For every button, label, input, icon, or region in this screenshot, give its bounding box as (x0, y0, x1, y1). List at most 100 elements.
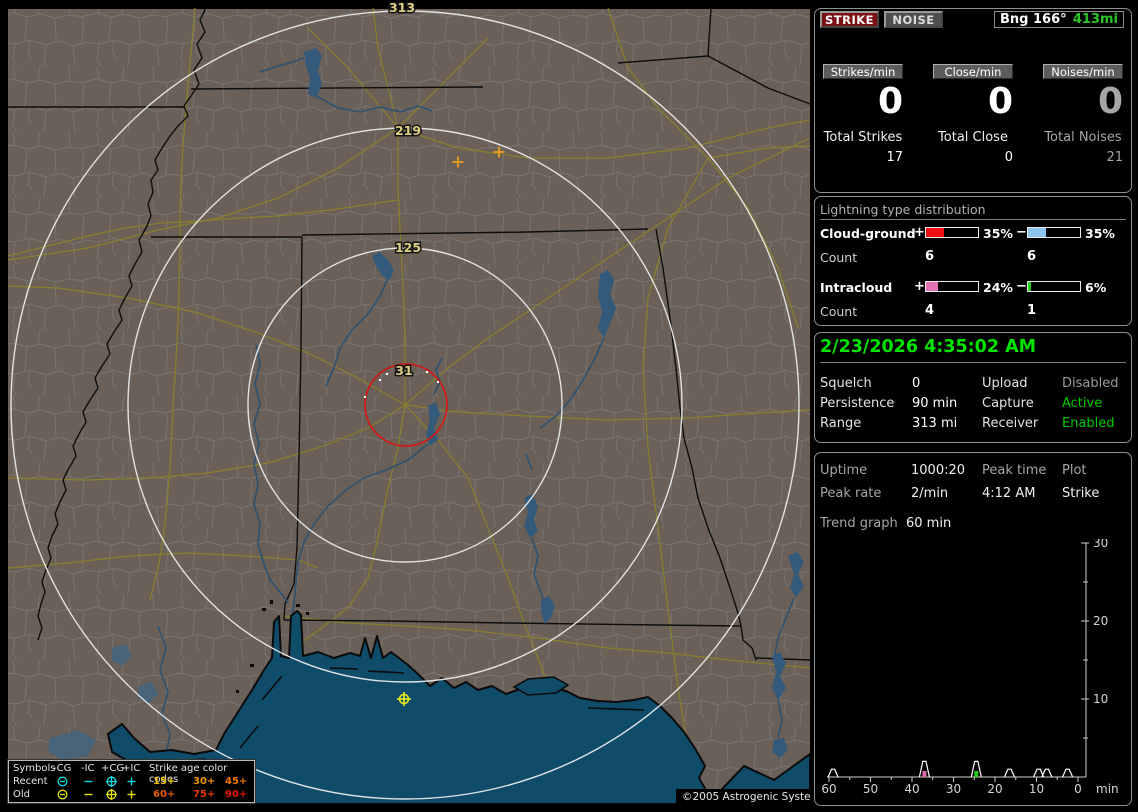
strikes-column: Strikes/min 0 Total Strikes 17 (823, 9, 903, 179)
neg-cg-old-icon (56, 788, 69, 801)
pos-ic-recent-icon (125, 775, 138, 788)
total-close-label: Total Close (938, 130, 1008, 145)
copyright-text: ©2005 Astrogenic Systems (682, 791, 810, 803)
upload-status: Disabled (1062, 376, 1119, 391)
neg-ic-old-icon (82, 788, 95, 801)
svg-text:60: 60 (821, 782, 836, 796)
cloud-ground-label: Cloud-ground (820, 226, 916, 241)
cg-neg-bar (1027, 227, 1081, 238)
plot-mode-value: Strike (1062, 486, 1100, 501)
trend-panel: Uptime 1000:20 Peak time Plot Peak rate … (814, 452, 1132, 806)
ic-neg-pct: 6% (1085, 280, 1107, 295)
age-60: 60+ (153, 789, 176, 800)
squelch-label: Squelch (820, 376, 872, 391)
cg-pos-count: 6 (925, 249, 935, 264)
lightning-map[interactable]: 313 219 125 31 ©2005 Astrogenic Systems (8, 0, 810, 804)
ic-pos-bar-fill (926, 282, 939, 291)
age-75: 75+ (193, 789, 216, 800)
legend-col-neg-cg: -CG (53, 763, 72, 774)
receiver-label: Receiver (982, 416, 1039, 431)
plus-sign: + (914, 279, 925, 294)
ring-label-31: 31 (395, 363, 412, 378)
peak-time-value: 4:12 AM (982, 486, 1036, 501)
datetime-readout: 2/23/2026 4:35:02 AM (820, 337, 1037, 357)
age-30: 30+ (193, 776, 216, 787)
intracloud-label: Intracloud (820, 280, 893, 295)
capture-label: Capture (982, 396, 1034, 411)
squelch-value: 0 (912, 376, 921, 391)
age-45: 45+ (225, 776, 248, 787)
ic-neg-bar-fill (1028, 282, 1032, 291)
total-strikes-value: 17 (886, 150, 903, 165)
noises-column: Noises/min 0 Total Noises 21 (1043, 9, 1123, 179)
noises-per-min-header[interactable]: Noises/min (1043, 64, 1123, 79)
total-noises-label: Total Noises (1044, 130, 1122, 145)
ic-pos-pct: 24% (983, 280, 1013, 295)
range-value: 313 mi (912, 416, 958, 431)
close-column: Close/min 0 Total Close 0 (933, 9, 1013, 179)
ic-count-label: Count (820, 304, 858, 319)
svg-text:20: 20 (987, 782, 1002, 796)
cg-neg-count: 6 (1027, 249, 1037, 264)
total-noises-value: 21 (1106, 150, 1123, 165)
ring-label-125: 125 (395, 240, 421, 255)
legend-col-pos-cg: +CG (101, 763, 125, 774)
cg-neg-bar-fill (1028, 228, 1047, 237)
cg-pos-bar (925, 227, 979, 238)
ic-neg-count: 1 (1027, 303, 1037, 318)
svg-text:30: 30 (1093, 539, 1108, 550)
neg-ic-recent-icon (82, 775, 95, 788)
total-strikes-label: Total Strikes (823, 130, 903, 145)
pos-cg-recent-icon (105, 775, 118, 788)
svg-text:10: 10 (1093, 692, 1108, 706)
pos-ic-old-icon (125, 788, 138, 801)
ic-neg-bar (1027, 281, 1081, 292)
peak-time-label: Peak time (982, 463, 1047, 478)
age-90: 90+ (225, 789, 248, 800)
strikes-per-min-value: 0 (877, 81, 903, 122)
map-canvas: 313 219 125 31 ©2005 Astrogenic Systems (8, 0, 810, 804)
uptime-value: 1000:20 (911, 463, 966, 478)
legend-row-recent: Recent (13, 776, 48, 787)
pos-cg-old-icon (105, 788, 118, 801)
trend-graph: 30 20 10 60 50 40 30 20 10 0 min (821, 539, 1119, 796)
legend-row-old: Old (13, 789, 30, 800)
minus-sign: − (1016, 279, 1027, 294)
svg-text:0: 0 (1074, 782, 1082, 796)
divider (820, 362, 1126, 363)
trend-graph-label: Trend graph (820, 516, 898, 531)
counters-panel: STRIKE NOISE Bng 166° 413mi Strikes/min … (814, 8, 1132, 193)
strikes-per-min-header[interactable]: Strikes/min (823, 64, 903, 79)
ring-label-313: 313 (389, 0, 415, 15)
ring-label-219: 219 (395, 123, 421, 138)
status-panel: 2/23/2026 4:35:02 AM Squelch 0 Upload Di… (814, 332, 1132, 443)
peak-rate-label: Peak rate (820, 486, 882, 501)
svg-text:min: min (1096, 782, 1119, 796)
distribution-panel: Lightning type distribution Cloud-ground… (814, 196, 1132, 326)
persistence-label: Persistence (820, 396, 895, 411)
legend-col-pos-ic: +IC (122, 763, 141, 774)
ic-pos-bar (925, 281, 979, 292)
close-per-min-value: 0 (987, 81, 1013, 122)
range-label: Range (820, 416, 862, 431)
cg-count-label: Count (820, 250, 858, 265)
capture-status: Active (1062, 396, 1103, 411)
distribution-title: Lightning type distribution (820, 202, 986, 217)
legend-symbols-header: Symbols (13, 763, 56, 774)
persistence-value: 90 min (912, 396, 958, 411)
total-close-value: 0 (1004, 150, 1013, 165)
svg-text:20: 20 (1093, 614, 1108, 628)
uptime-label: Uptime (820, 463, 868, 478)
noises-per-min-value: 0 (1097, 81, 1123, 122)
minus-sign: − (1016, 225, 1027, 240)
close-per-min-header[interactable]: Close/min (933, 64, 1013, 79)
upload-label: Upload (982, 376, 1028, 391)
divider (820, 219, 1126, 220)
svg-text:10: 10 (1029, 782, 1044, 796)
map-legend: Symbols -CG -IC +CG +IC Strike age color… (7, 759, 256, 804)
receiver-status: Enabled (1062, 416, 1115, 431)
legend-col-neg-ic: -IC (81, 763, 95, 774)
cg-pos-pct: 35% (983, 226, 1013, 241)
age-15: 15+ (153, 776, 176, 787)
cg-neg-pct: 35% (1085, 226, 1115, 241)
